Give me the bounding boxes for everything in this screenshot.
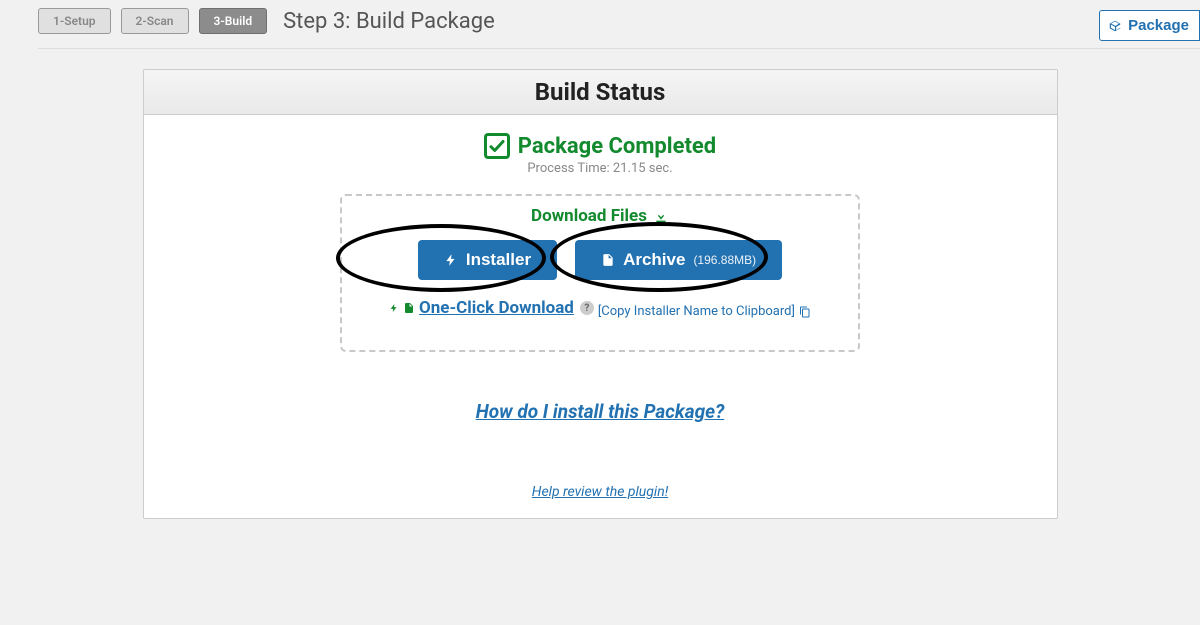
download-icon bbox=[653, 208, 669, 224]
archive-button[interactable]: Archive (196.88MB) bbox=[575, 240, 782, 280]
process-time: Process Time: 21.15 sec. bbox=[144, 161, 1057, 176]
copy-label: [Copy Installer Name to Clipboard] bbox=[598, 304, 795, 319]
step-2-pill[interactable]: 2-Scan bbox=[121, 8, 189, 34]
build-status-panel: Build Status Package Completed Process T… bbox=[143, 69, 1058, 519]
step-title: Step 3: Build Package bbox=[283, 9, 495, 34]
archive-label: Archive bbox=[623, 250, 685, 270]
checkbox-icon bbox=[484, 133, 510, 159]
packages-button-label: Package bbox=[1128, 17, 1189, 34]
review-anchor[interactable]: Help review the plugin! bbox=[532, 484, 668, 500]
copy-installer-name[interactable]: [Copy Installer Name to Clipboard] bbox=[598, 304, 811, 319]
download-title-label: Download Files bbox=[531, 206, 647, 226]
download-title: Download Files bbox=[531, 206, 669, 226]
step-3-pill[interactable]: 3-Build bbox=[199, 8, 268, 34]
status-text: Package Completed bbox=[518, 134, 716, 159]
bolt-icon bbox=[389, 301, 399, 315]
installer-label: Installer bbox=[466, 250, 531, 270]
step-bar: 1-Setup 2-Scan 3-Build Step 3: Build Pac… bbox=[0, 0, 1200, 42]
download-box: Download Files Installer Archive (196.88… bbox=[340, 194, 860, 352]
one-click-link[interactable]: One-Click Download bbox=[419, 298, 574, 318]
bolt-icon bbox=[444, 252, 458, 268]
status-line: Package Completed bbox=[144, 133, 1057, 159]
installer-button[interactable]: Installer bbox=[418, 240, 557, 280]
divider bbox=[38, 48, 1200, 49]
help-icon[interactable]: ? bbox=[580, 301, 594, 315]
review-link: Help review the plugin! bbox=[144, 481, 1057, 518]
clipboard-icon bbox=[799, 306, 811, 318]
panel-title: Build Status bbox=[144, 70, 1057, 115]
file-icon bbox=[601, 252, 615, 268]
one-click-download: One-Click Download ? bbox=[389, 298, 594, 318]
packages-button[interactable]: Package bbox=[1099, 10, 1200, 41]
install-help-link: How do I install this Package? bbox=[144, 400, 1057, 423]
archive-size: (196.88MB) bbox=[693, 253, 756, 267]
download-buttons: Installer Archive (196.88MB) bbox=[342, 240, 858, 280]
step-1-pill[interactable]: 1-Setup bbox=[38, 8, 111, 34]
install-help-anchor[interactable]: How do I install this Package? bbox=[476, 400, 725, 423]
package-icon bbox=[1108, 19, 1122, 33]
file-icon bbox=[403, 301, 415, 315]
